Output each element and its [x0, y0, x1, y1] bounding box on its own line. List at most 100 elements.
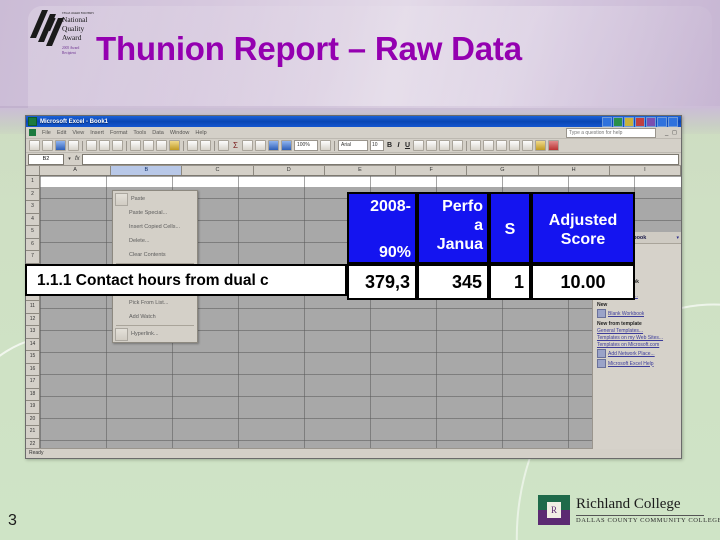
paste-icon[interactable]: [156, 140, 167, 151]
task-pane-row[interactable]: Microsoft Excel Help: [597, 359, 677, 368]
menu-tools[interactable]: Tools: [133, 130, 146, 136]
underline-button[interactable]: U: [404, 142, 411, 149]
column-header-c[interactable]: C: [182, 166, 254, 175]
italic-button[interactable]: I: [395, 142, 402, 149]
chevron-down-icon[interactable]: ▾: [66, 156, 73, 162]
column-header-g[interactable]: G: [467, 166, 539, 175]
task-pane-link[interactable]: Templates on my Web Sites...: [597, 335, 677, 341]
percent-icon[interactable]: [483, 140, 494, 151]
sort-asc-icon[interactable]: [242, 140, 253, 151]
chart-wizard-icon[interactable]: [268, 140, 279, 151]
toolbar-icon[interactable]: [635, 116, 645, 127]
task-pane-link[interactable]: General Templates...: [597, 328, 677, 334]
currency-icon[interactable]: [470, 140, 481, 151]
column-header-b[interactable]: B: [111, 166, 183, 175]
save-icon[interactable]: [55, 140, 66, 151]
row-header[interactable]: 12: [26, 314, 39, 326]
name-box[interactable]: B2: [28, 153, 64, 165]
toolbar-icon[interactable]: [624, 116, 634, 127]
autosum-icon[interactable]: Σ: [231, 141, 240, 150]
row-header[interactable]: 19: [26, 401, 39, 414]
task-pane-link[interactable]: Add Network Place...: [608, 351, 655, 357]
row-header[interactable]: 1: [26, 176, 39, 189]
toolbar-icon[interactable]: [602, 116, 612, 127]
ask-a-question-input[interactable]: Type a question for help: [566, 127, 657, 138]
drawing-icon[interactable]: [281, 140, 292, 151]
minimize-icon[interactable]: [657, 116, 667, 127]
menu-data[interactable]: Data: [152, 130, 164, 136]
row-header[interactable]: 16: [26, 364, 39, 376]
cut-icon[interactable]: [130, 140, 141, 151]
borders-icon[interactable]: [522, 140, 533, 151]
column-header-row[interactable]: A B C D E F G H I: [26, 166, 681, 176]
open-icon[interactable]: [42, 140, 53, 151]
fx-icon[interactable]: fx: [75, 156, 80, 162]
hyperlink-icon[interactable]: [218, 140, 229, 151]
row-header[interactable]: 17: [26, 376, 39, 389]
chevron-down-icon[interactable]: ▾: [676, 235, 679, 241]
redo-icon[interactable]: [200, 140, 211, 151]
font-name-select[interactable]: Arial: [338, 140, 368, 151]
task-pane-row[interactable]: Blank Workbook: [597, 309, 677, 318]
align-left-icon[interactable]: [413, 140, 424, 151]
excel-menu-bar[interactable]: File Edit View Insert Format Tools Data …: [26, 127, 681, 139]
decrease-decimal-icon[interactable]: [509, 140, 520, 151]
task-pane-link[interactable]: Microsoft Excel Help: [608, 361, 654, 367]
menu-file[interactable]: File: [42, 130, 51, 136]
print-icon[interactable]: [86, 140, 97, 151]
context-menu-label: Hyperlink...: [131, 331, 159, 337]
comma-icon[interactable]: [496, 140, 507, 151]
row-header[interactable]: 14: [26, 339, 39, 351]
format-painter-icon[interactable]: [169, 140, 180, 151]
toolbar-icon[interactable]: [646, 116, 656, 127]
quick-launch-icons[interactable]: [602, 116, 656, 127]
help-icon[interactable]: [320, 140, 331, 151]
menu-format[interactable]: Format: [110, 130, 127, 136]
fill-color-icon[interactable]: [535, 140, 546, 151]
excel-formula-bar[interactable]: B2 ▾ fx: [26, 153, 681, 166]
merge-cells-icon[interactable]: [452, 140, 463, 151]
column-header-i[interactable]: I: [609, 166, 681, 175]
font-color-icon[interactable]: [548, 140, 559, 151]
context-menu-item-hyperlink[interactable]: Hyperlink...: [113, 327, 197, 341]
select-all-corner[interactable]: [26, 166, 40, 175]
task-pane-link[interactable]: Templates on Microsoft.com: [597, 342, 677, 348]
copy-icon[interactable]: [143, 140, 154, 151]
undo-icon[interactable]: [187, 140, 198, 151]
menu-edit[interactable]: Edit: [57, 130, 66, 136]
align-right-icon[interactable]: [439, 140, 450, 151]
column-header-d[interactable]: D: [253, 166, 325, 175]
menu-help[interactable]: Help: [195, 130, 206, 136]
font-size-select[interactable]: 10: [370, 140, 384, 151]
row-header[interactable]: 15: [26, 351, 39, 364]
menu-insert[interactable]: Insert: [90, 130, 104, 136]
spelling-icon[interactable]: [112, 140, 123, 151]
task-pane-link[interactable]: Blank Workbook: [608, 311, 644, 317]
formula-input[interactable]: [81, 153, 679, 165]
column-header-h[interactable]: H: [538, 166, 610, 175]
task-pane-row[interactable]: Add Network Place...: [597, 349, 677, 358]
column-header-a[interactable]: A: [40, 166, 112, 175]
row-header[interactable]: 20: [26, 414, 39, 426]
column-header-e[interactable]: E: [324, 166, 397, 175]
excel-standard-toolbar[interactable]: Σ 100% Arial 10 B I U: [26, 139, 681, 153]
align-center-icon[interactable]: [426, 140, 437, 151]
row-header[interactable]: 11: [26, 301, 39, 314]
sort-desc-icon[interactable]: [255, 140, 266, 151]
context-menu-item-add-watch[interactable]: Add Watch: [113, 310, 197, 324]
row-header[interactable]: 13: [26, 326, 39, 339]
print-preview-icon[interactable]: [99, 140, 110, 151]
row-header[interactable]: 18: [26, 389, 39, 401]
new-icon[interactable]: [29, 140, 40, 151]
window-controls[interactable]: [657, 116, 678, 127]
bold-button[interactable]: B: [386, 142, 393, 149]
toolbar-icon[interactable]: [613, 116, 623, 127]
zoom-select[interactable]: 100%: [294, 140, 318, 151]
restore-icon[interactable]: [668, 116, 678, 127]
column-header-f[interactable]: F: [396, 166, 468, 175]
menu-view[interactable]: View: [72, 130, 84, 136]
mail-icon[interactable]: [68, 140, 79, 151]
row-header[interactable]: 21: [26, 426, 39, 439]
document-window-controls[interactable]: _ ◻: [665, 129, 678, 136]
menu-window[interactable]: Window: [170, 130, 190, 136]
